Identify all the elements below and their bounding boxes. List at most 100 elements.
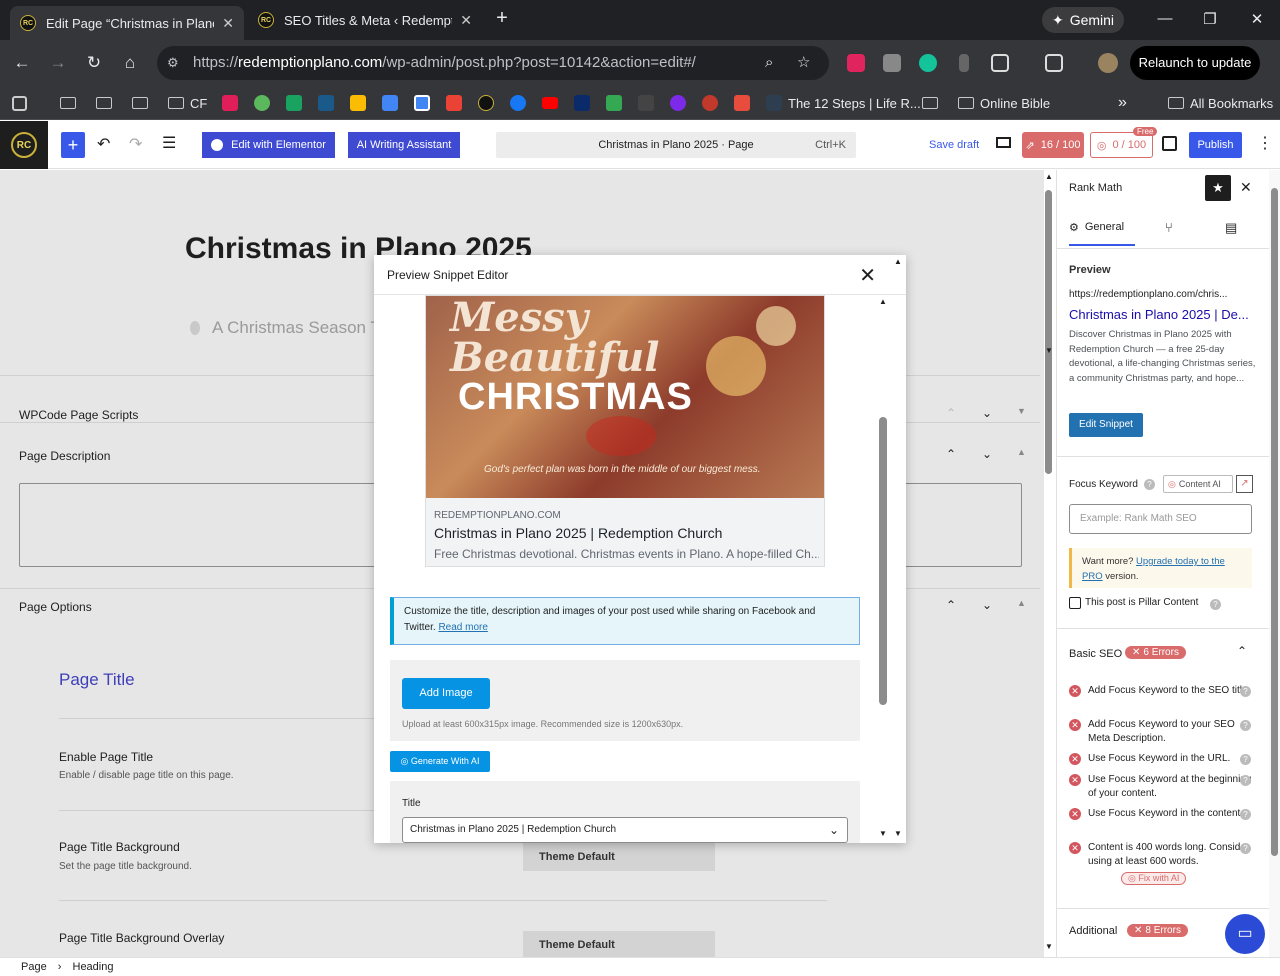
- bookmark-rc[interactable]: [478, 94, 494, 112]
- help-icon[interactable]: ?: [1144, 479, 1155, 490]
- bookmark-star-icon[interactable]: ☆: [797, 46, 810, 80]
- bookmark-glo[interactable]: [254, 94, 270, 112]
- fix-with-ai-button[interactable]: ◎ Fix with AI: [1121, 872, 1187, 885]
- extensions-puzzle-icon[interactable]: [991, 54, 1009, 72]
- bookmark-folder[interactable]: [96, 94, 112, 112]
- bookmark-unitedin[interactable]: [574, 94, 590, 112]
- toggle-panel-icon[interactable]: ▲: [1017, 447, 1026, 457]
- save-draft-button[interactable]: Save draft: [929, 139, 979, 151]
- help-icon[interactable]: ?: [1210, 599, 1221, 610]
- breadcrumb-current[interactable]: Heading: [73, 961, 114, 973]
- bookmark-all[interactable]: All Bookmarks: [1168, 94, 1273, 112]
- more-bookmarks-icon[interactable]: »: [1118, 94, 1127, 112]
- help-icon[interactable]: ?: [1240, 686, 1251, 697]
- chat-bubble-icon[interactable]: ▭: [1225, 914, 1265, 954]
- edit-with-elementor-button[interactable]: Edit with Elementor: [202, 132, 335, 158]
- close-icon[interactable]: ✕: [859, 263, 876, 288]
- move-up-icon[interactable]: ⌃: [946, 447, 956, 461]
- tab-edit-page[interactable]: RC Edit Page “Christmas in Plano 2025” ✕: [10, 6, 244, 40]
- relaunch-button[interactable]: Relaunch to update: [1130, 46, 1260, 80]
- bookmark-canva[interactable]: [670, 94, 686, 112]
- tab-general[interactable]: ⚙ General: [1069, 210, 1135, 246]
- help-icon[interactable]: ?: [1240, 754, 1251, 765]
- close-tab-icon[interactable]: ✕: [460, 12, 472, 29]
- redo-icon[interactable]: ↷: [129, 134, 142, 154]
- move-up-icon[interactable]: ⌃: [946, 406, 956, 420]
- focus-keyword-input[interactable]: Example: Rank Math SEO: [1069, 504, 1252, 534]
- add-image-button[interactable]: Add Image: [402, 678, 490, 709]
- apps-grid-icon[interactable]: [12, 94, 27, 112]
- bookmark-keep[interactable]: [350, 94, 366, 112]
- wpcode-title[interactable]: WPCode Page Scripts: [19, 408, 138, 422]
- tab-social-icon[interactable]: ⑂: [1165, 220, 1173, 235]
- settings-sidebar-icon[interactable]: [1162, 136, 1177, 151]
- document-overview-icon[interactable]: ☰: [162, 133, 176, 153]
- edit-snippet-button[interactable]: Edit Snippet: [1069, 413, 1143, 437]
- bookmark-12-steps[interactable]: The 12 Steps | Life R...: [766, 94, 921, 112]
- sidebar-scrollbar[interactable]: [1269, 170, 1280, 958]
- read-more-link[interactable]: Read more: [438, 622, 487, 633]
- undo-icon[interactable]: ↶: [97, 134, 110, 154]
- scrollbar-thumb[interactable]: [1271, 188, 1278, 856]
- command-palette[interactable]: Christmas in Plano 2025 · Page Ctrl+K: [496, 132, 856, 158]
- title-input[interactable]: Christmas in Plano 2025 | Redemption Chu…: [402, 817, 848, 843]
- move-down-icon[interactable]: ⌄: [982, 406, 992, 420]
- basic-seo-label[interactable]: Basic SEO: [1069, 648, 1122, 660]
- bookmark-online-bible[interactable]: Online Bible: [958, 94, 1050, 112]
- new-tab-icon[interactable]: +: [492, 7, 512, 30]
- bookmark-slack[interactable]: [222, 94, 238, 112]
- additional-label[interactable]: Additional: [1069, 925, 1117, 937]
- bookmark-folder[interactable]: [60, 94, 76, 112]
- toggle-panel-icon[interactable]: ▲: [1017, 598, 1026, 608]
- preview-title[interactable]: Christmas in Plano 2025 | De...: [1069, 307, 1249, 322]
- back-icon[interactable]: ←: [11, 52, 33, 74]
- forward-icon[interactable]: →: [47, 52, 69, 74]
- grammarly-icon[interactable]: [919, 54, 937, 72]
- content-ai-button[interactable]: ◎ Content AI: [1163, 475, 1233, 493]
- address-bar[interactable]: ⚙ https://redemptionplano.com/wp-admin/p…: [157, 46, 829, 80]
- microphone-icon[interactable]: [959, 54, 969, 72]
- scroll-up-icon[interactable]: ▲: [1045, 172, 1053, 181]
- scroll-up-icon[interactable]: ▲: [879, 297, 887, 306]
- bookmark-arrow[interactable]: [734, 94, 750, 112]
- scroll-down-icon[interactable]: ▼: [894, 829, 902, 838]
- tab-seo-titles[interactable]: RC SEO Titles & Meta ‹ Redemption ✕: [248, 6, 482, 34]
- bookmark-folder-cf[interactable]: CF: [168, 94, 207, 112]
- reload-icon[interactable]: ↻: [83, 52, 105, 74]
- close-sidebar-icon[interactable]: ✕: [1240, 179, 1252, 196]
- help-icon[interactable]: ?: [1240, 843, 1251, 854]
- bookmark-calendar[interactable]: [414, 94, 430, 112]
- trends-icon[interactable]: ↗: [1236, 475, 1253, 493]
- breadcrumb-root[interactable]: Page: [21, 961, 47, 973]
- scrollbar-thumb[interactable]: [1045, 190, 1052, 474]
- cast-icon[interactable]: [1045, 54, 1063, 72]
- pillar-checkbox[interactable]: [1069, 597, 1081, 609]
- close-tab-icon[interactable]: ✕: [222, 15, 234, 32]
- generate-with-ai-button[interactable]: ◎ Generate With AI: [390, 751, 490, 772]
- bookmark-sheets[interactable]: [286, 94, 302, 112]
- home-icon[interactable]: ⌂: [119, 52, 141, 74]
- subheading-block[interactable]: A Christmas Season T: [212, 318, 381, 338]
- preview-device-icon[interactable]: [996, 137, 1011, 148]
- search-icon[interactable]: ⌕: [765, 46, 773, 80]
- page-description-title[interactable]: Page Description: [19, 449, 110, 463]
- bookmark-list[interactable]: [606, 94, 622, 112]
- chevron-down-icon[interactable]: ⌄: [829, 818, 839, 842]
- pin-star-icon[interactable]: ★: [1205, 175, 1231, 201]
- bookmark-docs[interactable]: [382, 94, 398, 112]
- add-block-button[interactable]: +: [61, 132, 85, 158]
- minimize-icon[interactable]: —: [1155, 10, 1175, 27]
- profile-avatar[interactable]: [1098, 53, 1118, 73]
- seo-score-button[interactable]: ⇗ 16 / 100: [1022, 132, 1084, 158]
- move-up-icon[interactable]: ⌃: [946, 598, 956, 612]
- title-overlay-select[interactable]: Theme Default: [523, 931, 715, 958]
- move-down-icon[interactable]: ⌄: [982, 447, 992, 461]
- collapse-chevron-icon[interactable]: ⌃: [1237, 644, 1247, 658]
- help-icon[interactable]: ?: [1240, 720, 1251, 731]
- scroll-down-icon[interactable]: ▼: [1045, 942, 1053, 951]
- move-down-icon[interactable]: ⌄: [982, 598, 992, 612]
- editor-scrollbar[interactable]: ▲ ▼ ▼: [1044, 170, 1054, 958]
- scroll-down-icon[interactable]: ▼: [1045, 346, 1053, 355]
- help-icon[interactable]: ?: [1240, 775, 1251, 786]
- pocket-icon[interactable]: [847, 54, 865, 72]
